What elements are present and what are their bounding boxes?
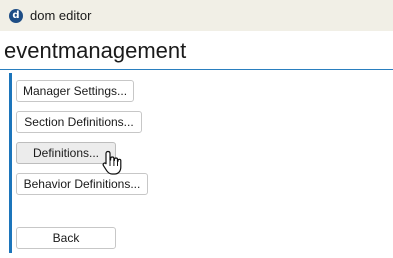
section-definitions-button[interactable]: Section Definitions...: [16, 111, 142, 133]
title-divider: [0, 69, 393, 70]
hand-pointer-icon: [102, 150, 122, 175]
behavior-definitions-button[interactable]: Behavior Definitions...: [16, 173, 148, 195]
section-accent-bar: [9, 73, 12, 253]
window-titlebar: d dom editor: [0, 0, 393, 31]
window-title: dom editor: [30, 8, 92, 23]
manager-settings-button[interactable]: Manager Settings...: [16, 80, 134, 102]
page-title: eventmanagement: [4, 38, 187, 63]
back-button[interactable]: Back: [16, 227, 116, 249]
app-logo-icon: d: [9, 9, 23, 23]
